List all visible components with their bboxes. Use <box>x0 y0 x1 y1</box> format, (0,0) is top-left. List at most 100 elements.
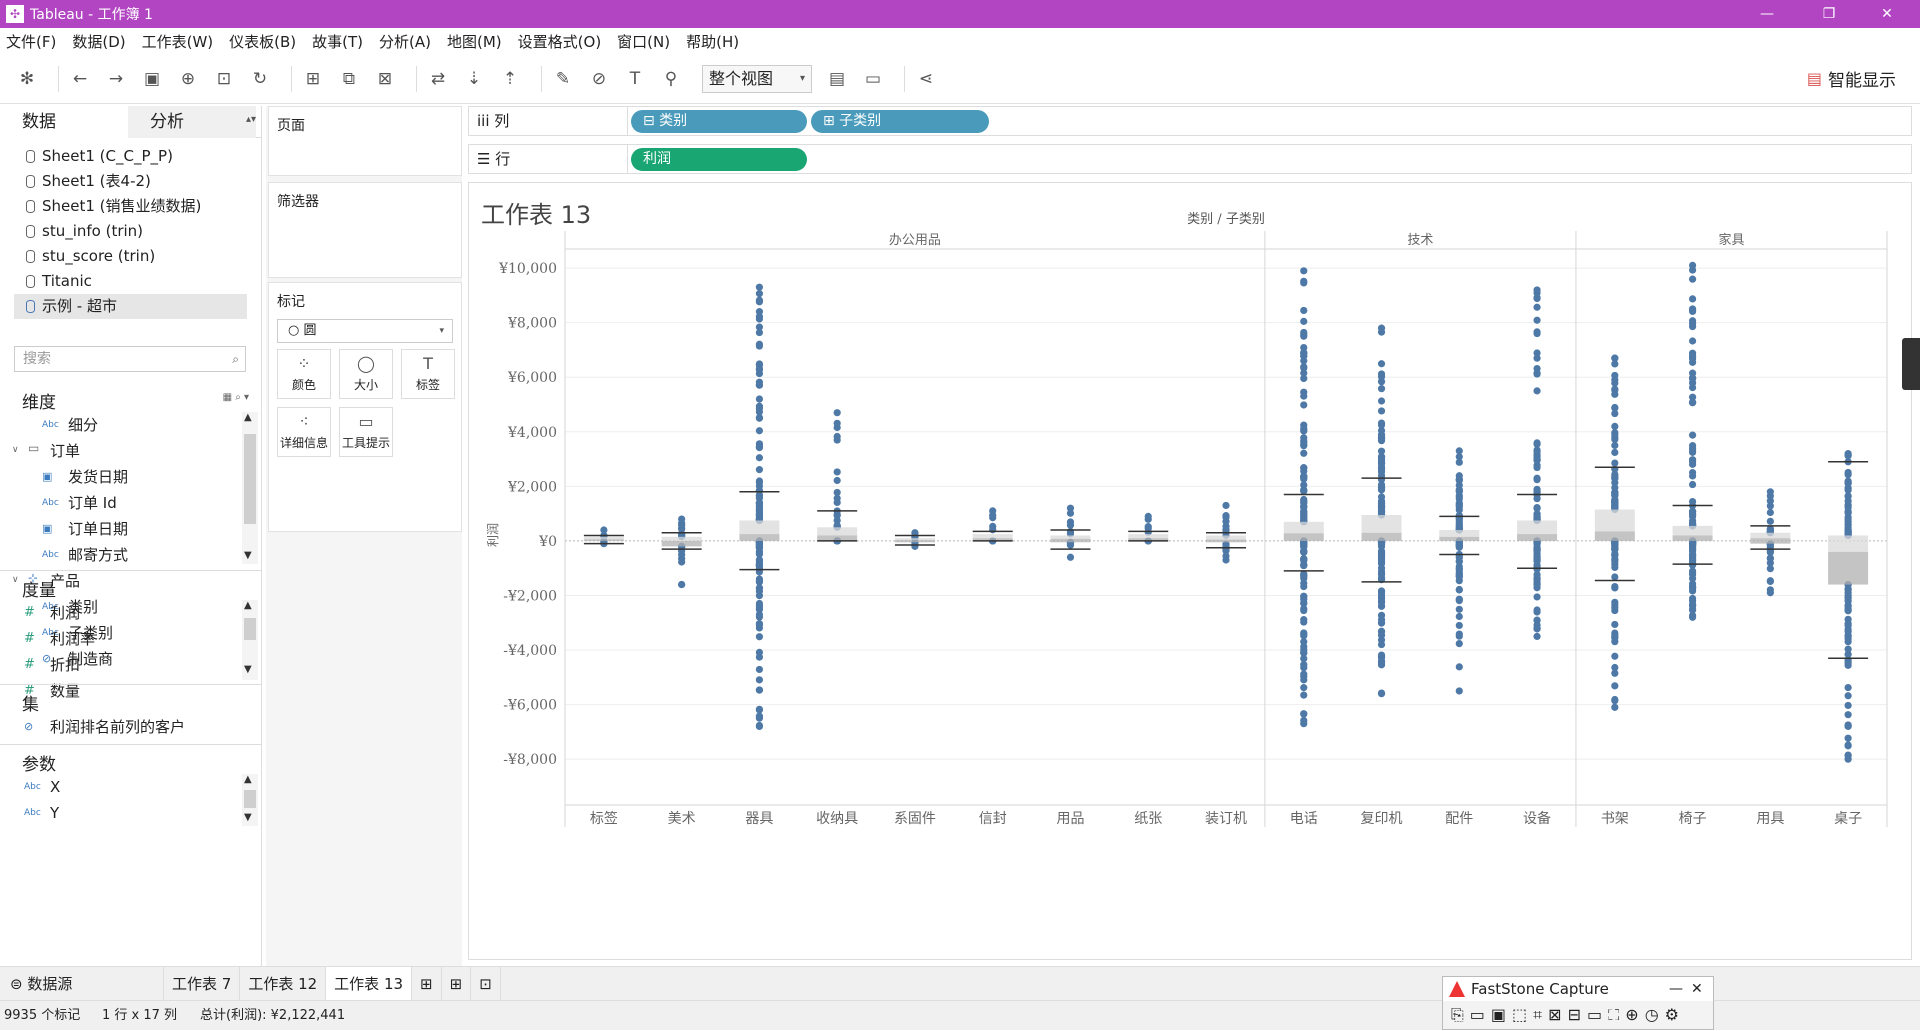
data-point[interactable] <box>1533 349 1541 357</box>
data-point[interactable] <box>1533 463 1541 472</box>
data-point[interactable] <box>1300 441 1308 449</box>
data-point[interactable] <box>1377 385 1386 393</box>
data-point[interactable] <box>755 454 764 462</box>
data-point[interactable] <box>755 592 764 600</box>
chevron-down-icon[interactable]: ∨ <box>12 575 19 585</box>
data-point[interactable] <box>755 499 764 507</box>
subcategory-配件[interactable] <box>1439 447 1480 695</box>
data-point[interactable] <box>1611 601 1619 609</box>
data-point[interactable] <box>1455 501 1463 509</box>
filters-card[interactable]: 筛选器 <box>268 182 462 278</box>
data-point[interactable] <box>1688 567 1697 575</box>
data-point[interactable] <box>1455 640 1463 648</box>
subcategory-电话[interactable] <box>1283 267 1324 728</box>
data-point[interactable] <box>1377 419 1386 427</box>
data-point[interactable] <box>1844 492 1852 500</box>
data-point[interactable] <box>1300 592 1308 600</box>
menu-file[interactable]: 文件(F) <box>6 31 56 52</box>
data-point[interactable] <box>1300 357 1308 365</box>
data-point[interactable] <box>1300 464 1308 472</box>
data-point[interactable] <box>1300 306 1308 315</box>
data-point[interactable] <box>1455 597 1463 605</box>
menu-help[interactable]: 帮助(H) <box>686 31 739 52</box>
chevron-down-icon[interactable]: ∨ <box>12 445 19 455</box>
data-point[interactable] <box>1377 378 1386 386</box>
data-point[interactable] <box>1844 601 1852 610</box>
data-point[interactable] <box>1455 585 1463 594</box>
data-point[interactable] <box>989 522 997 531</box>
data-point[interactable] <box>1300 434 1308 442</box>
measure-field[interactable]: # 利润 <box>24 600 80 626</box>
data-point[interactable] <box>1455 518 1463 526</box>
data-point[interactable] <box>1533 616 1541 625</box>
data-point[interactable] <box>1066 518 1075 526</box>
chevron-icon[interactable]: ▴▾ <box>246 114 256 125</box>
data-point[interactable] <box>1300 449 1308 457</box>
new-story-tab-icon[interactable]: ⊡ <box>471 966 501 1001</box>
mark-type-select[interactable]: ○ 圆 ▾ <box>277 319 453 343</box>
data-point[interactable] <box>1377 558 1386 566</box>
data-point[interactable] <box>1066 509 1075 517</box>
data-point[interactable] <box>1766 577 1774 585</box>
data-point[interactable] <box>989 514 997 522</box>
data-point[interactable] <box>1300 279 1308 287</box>
data-point[interactable] <box>1688 480 1697 489</box>
data-point[interactable] <box>755 575 764 583</box>
menu-worksheet[interactable]: 工作表(W) <box>142 31 214 52</box>
data-point[interactable] <box>1533 446 1541 454</box>
faststone-titlebar[interactable]: FastStone Capture — ✕ <box>1443 977 1713 1001</box>
dimension-field[interactable]: Abc 细分 <box>42 412 98 438</box>
dimensions-tools-icon[interactable]: ▦ ⌕ ▾ <box>223 392 249 403</box>
data-point[interactable] <box>1844 752 1852 760</box>
data-point[interactable] <box>1300 507 1308 515</box>
data-point[interactable] <box>1688 468 1697 477</box>
duplicate-icon[interactable]: ⧉ <box>336 66 362 92</box>
data-point[interactable] <box>1300 369 1308 377</box>
data-point[interactable] <box>1688 460 1697 468</box>
scrollbar-thumb[interactable] <box>244 618 256 640</box>
data-point[interactable] <box>755 599 764 608</box>
data-point[interactable] <box>1533 328 1541 336</box>
dimension-field[interactable]: ▣ 订单日期 <box>42 516 128 542</box>
data-point[interactable] <box>1688 383 1697 392</box>
measure-field[interactable]: # 利润率 <box>24 626 95 652</box>
scroll-up-icon[interactable]: ▲ <box>244 412 252 423</box>
data-point[interactable] <box>1611 652 1619 660</box>
scroll-up-icon[interactable]: ▲ <box>244 600 252 611</box>
data-point[interactable] <box>1222 512 1230 520</box>
data-point[interactable] <box>755 686 764 694</box>
data-point[interactable] <box>1611 669 1619 677</box>
data-point[interactable] <box>755 706 764 714</box>
data-point[interactable] <box>1611 560 1619 569</box>
label-toggle-icon[interactable]: T <box>622 66 648 92</box>
data-point[interactable] <box>1844 692 1852 700</box>
data-point[interactable] <box>1300 555 1308 563</box>
data-point[interactable] <box>1766 586 1774 594</box>
data-point[interactable] <box>1300 401 1308 409</box>
data-point[interactable] <box>1688 511 1697 519</box>
data-point[interactable] <box>1300 670 1308 678</box>
data-point[interactable] <box>1611 582 1619 591</box>
data-point[interactable] <box>1144 515 1152 523</box>
data-point[interactable] <box>1300 710 1308 718</box>
data-point[interactable] <box>1455 577 1463 585</box>
data-point[interactable] <box>755 427 764 435</box>
subcategory-设备[interactable] <box>1517 286 1558 641</box>
tab-worksheet-12[interactable]: 工作表 12 <box>240 966 327 1001</box>
tableau-logo-icon[interactable]: ✻ <box>14 66 40 92</box>
subcategory-复印机[interactable] <box>1361 324 1402 698</box>
data-point[interactable] <box>1455 621 1463 630</box>
data-point[interactable] <box>1377 397 1386 405</box>
side-panel-handle[interactable] <box>1902 338 1920 390</box>
data-point[interactable] <box>755 308 764 316</box>
data-point[interactable] <box>755 648 764 656</box>
data-point[interactable] <box>1300 691 1308 699</box>
data-point[interactable] <box>678 524 686 532</box>
datasource-item[interactable]: stu_info (trin) <box>14 219 247 244</box>
data-point[interactable] <box>1300 571 1308 579</box>
data-point[interactable] <box>755 491 764 499</box>
data-point[interactable] <box>1533 439 1541 447</box>
new-datasource-icon[interactable]: ⊕ <box>175 66 201 92</box>
data-point[interactable] <box>755 361 764 369</box>
data-point[interactable] <box>833 498 841 507</box>
